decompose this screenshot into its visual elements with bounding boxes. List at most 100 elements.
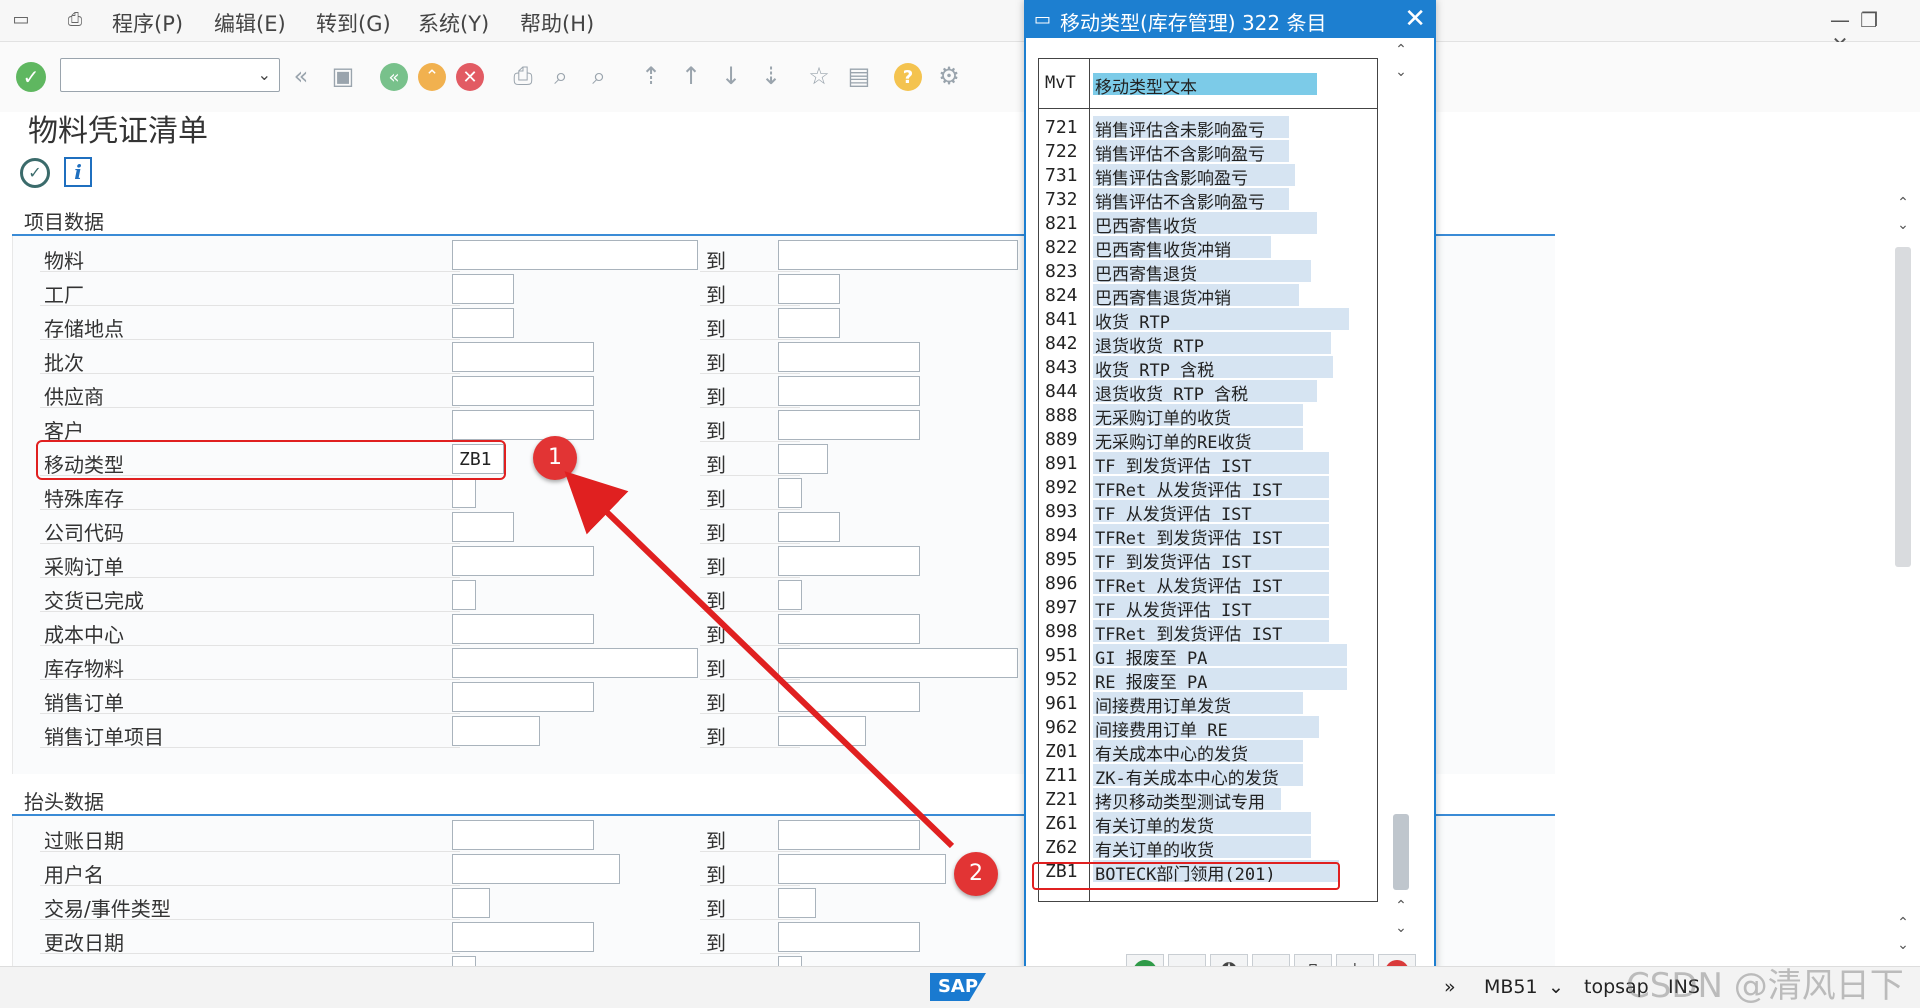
list-item[interactable]: 891 TF 到发货评估 IST [1039,451,1377,477]
next-page-icon[interactable]: ↓ [716,60,746,92]
to-input[interactable] [778,888,816,918]
back-icon[interactable]: « [380,63,408,91]
list-item[interactable]: 893 TF 从发货评估 IST [1039,499,1377,525]
list-item[interactable]: 895 TF 到发货评估 IST [1039,547,1377,573]
list-item[interactable]: 888 无采购订单的收货 [1039,403,1377,429]
chevron-down-icon[interactable]: ⌄ [1548,976,1564,998]
column-header-text[interactable]: 移动类型文本 [1093,73,1317,98]
from-input[interactable] [452,580,476,610]
expand-status-icon[interactable]: » [1444,976,1456,998]
from-input[interactable] [452,648,698,678]
execute-icon[interactable]: ✓ [20,158,50,188]
chevron-down-icon[interactable]: ⌄ [258,65,271,84]
list-item[interactable]: 822 巴西寄售收货冲销 [1039,235,1377,261]
from-input[interactable] [452,410,594,440]
from-input[interactable] [452,922,594,952]
to-input[interactable] [778,922,920,952]
list-item[interactable]: 952 RE 报废至 PA [1039,667,1377,693]
menu-goto[interactable]: 转到(G) [316,8,391,38]
save-icon[interactable]: ▣ [328,60,358,92]
from-input[interactable] [452,546,594,576]
list-item[interactable]: 821 巴西寄售收货 [1039,211,1377,237]
to-input[interactable] [778,716,866,746]
from-input[interactable] [452,376,594,406]
from-input[interactable] [452,512,514,542]
scroll-down-icon[interactable]: ⌄ [1392,64,1410,80]
restore-icon[interactable]: ❐ [1857,8,1881,32]
scroll-up-icon[interactable]: ⌃ [1895,915,1911,931]
exit-icon[interactable]: ⌃ [418,63,446,91]
list-item[interactable]: 841 收货 RTP [1039,307,1377,333]
list-item[interactable]: Z61 有关订单的发货 [1039,811,1377,837]
to-input[interactable] [778,308,840,338]
info-icon[interactable]: i [64,157,92,187]
customize-icon[interactable]: ⎙ [64,10,86,30]
list-item[interactable]: 731 销售评估含影响盈亏 [1039,163,1377,189]
menu-help[interactable]: 帮助(H) [520,8,594,38]
list-item[interactable]: Z01 有关成本中心的发货 [1039,739,1377,765]
list-item[interactable]: 722 销售评估不含影响盈亏 [1039,139,1377,165]
from-input[interactable] [452,854,620,884]
from-input[interactable] [452,614,594,644]
list-item[interactable]: 951 GI 报废至 PA [1039,643,1377,669]
gear-icon[interactable]: ⚙ [934,60,964,92]
list-item[interactable]: 721 销售评估含未影响盈亏 [1039,115,1377,141]
help-icon[interactable]: ? [894,63,922,91]
list-item[interactable]: 842 退货收货 RTP [1039,331,1377,357]
to-input[interactable] [778,444,828,474]
from-input[interactable] [452,342,594,372]
menu-system[interactable]: 系统(Y) [418,8,489,38]
list-item[interactable]: 962 间接费用订单 RE [1039,715,1377,741]
main-scrollbar[interactable]: ⌃ ⌄ ⌃ ⌄ [1893,195,1913,965]
from-input[interactable] [452,274,514,304]
scroll-thumb[interactable] [1393,814,1409,890]
list-item[interactable]: 732 销售评估不含影响盈亏 [1039,187,1377,213]
close-icon[interactable]: ✕ [1404,4,1426,34]
list-item[interactable]: Z21 拷贝移动类型测试专用 [1039,787,1377,813]
scroll-thumb[interactable] [1895,247,1911,567]
from-input[interactable] [452,240,698,270]
to-input[interactable] [778,274,840,304]
previous-page-icon[interactable]: ↑ [676,60,706,92]
scroll-down-icon[interactable]: ⌄ [1895,217,1911,233]
window-menu-icon[interactable]: ▭ [1034,9,1051,30]
minimize-icon[interactable]: — [1828,8,1852,32]
to-input[interactable] [778,580,802,610]
enter-icon[interactable]: ✓ [16,62,46,92]
list-item[interactable]: 961 间接费用订单发货 [1039,691,1377,717]
list-item[interactable]: 844 退货收货 RTP 含税 [1039,379,1377,405]
from-input[interactable] [452,682,594,712]
to-input[interactable] [778,820,920,850]
list-item[interactable]: 897 TF 从发货评估 IST [1039,595,1377,621]
menu-edit[interactable]: 编辑(E) [214,8,286,38]
to-input[interactable] [778,546,920,576]
scroll-down-icon[interactable]: ⌄ [1895,937,1911,953]
shortcut-icon[interactable]: ▤ [844,60,874,92]
menu-program[interactable]: 程序(P) [112,8,183,38]
double-chevron-left-icon[interactable]: « [286,60,316,92]
to-input[interactable] [778,240,1018,270]
find-next-icon[interactable]: ⌕ [584,60,614,92]
list-item[interactable]: 824 巴西寄售退货冲销 [1039,283,1377,309]
column-header-mvt[interactable]: MvT [1045,73,1076,93]
list-item[interactable]: 894 TFRet 到发货评估 IST [1039,523,1377,549]
from-input[interactable] [452,888,490,918]
from-input[interactable] [452,478,476,508]
to-input[interactable] [778,648,1018,678]
from-input[interactable] [452,820,594,850]
first-page-icon[interactable]: ⇡ [636,60,666,92]
to-input[interactable] [778,512,840,542]
from-input[interactable] [452,716,540,746]
from-input[interactable] [452,308,514,338]
list-item[interactable]: 843 收货 RTP 含税 [1039,355,1377,381]
list-item[interactable]: Z62 有关订单的收货 [1039,835,1377,861]
scroll-down-icon[interactable]: ⌄ [1392,920,1410,936]
last-page-icon[interactable]: ⇣ [756,60,786,92]
to-input[interactable] [778,682,920,712]
list-item[interactable]: 823 巴西寄售退货 [1039,259,1377,285]
to-input[interactable] [778,410,920,440]
list-item[interactable]: 889 无采购订单的RE收货 [1039,427,1377,453]
print-icon[interactable]: ⎙ [508,60,538,92]
list-item[interactable]: 892 TFRet 从发货评估 IST [1039,475,1377,501]
scroll-up-icon[interactable]: ⌃ [1392,42,1410,58]
